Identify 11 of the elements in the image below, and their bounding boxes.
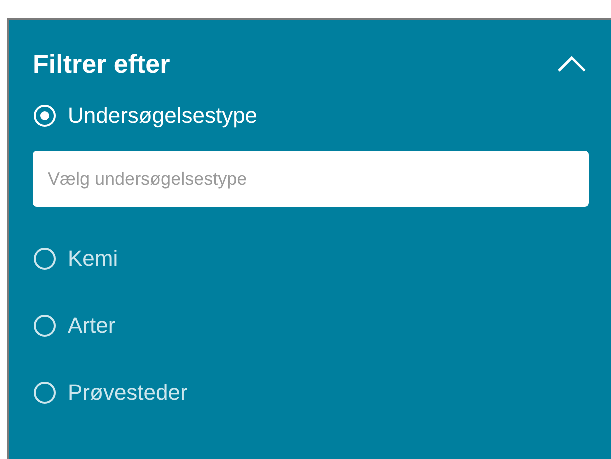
radio-icon — [33, 314, 57, 338]
panel-title: Filtrer efter — [33, 48, 170, 80]
search-field[interactable]: Vælg undersøgelsestype — [33, 151, 589, 207]
radio-icon — [33, 246, 57, 270]
radio-option[interactable]: Arter — [33, 292, 589, 359]
radio-option[interactable]: Kemi — [33, 225, 589, 292]
radio-icon — [33, 380, 57, 404]
radio-option[interactable]: Undersøgelsestype — [33, 82, 589, 149]
chevron-icon — [557, 56, 587, 72]
radio-icon — [33, 104, 57, 128]
radio-option[interactable]: Prøvesteder — [33, 359, 589, 426]
